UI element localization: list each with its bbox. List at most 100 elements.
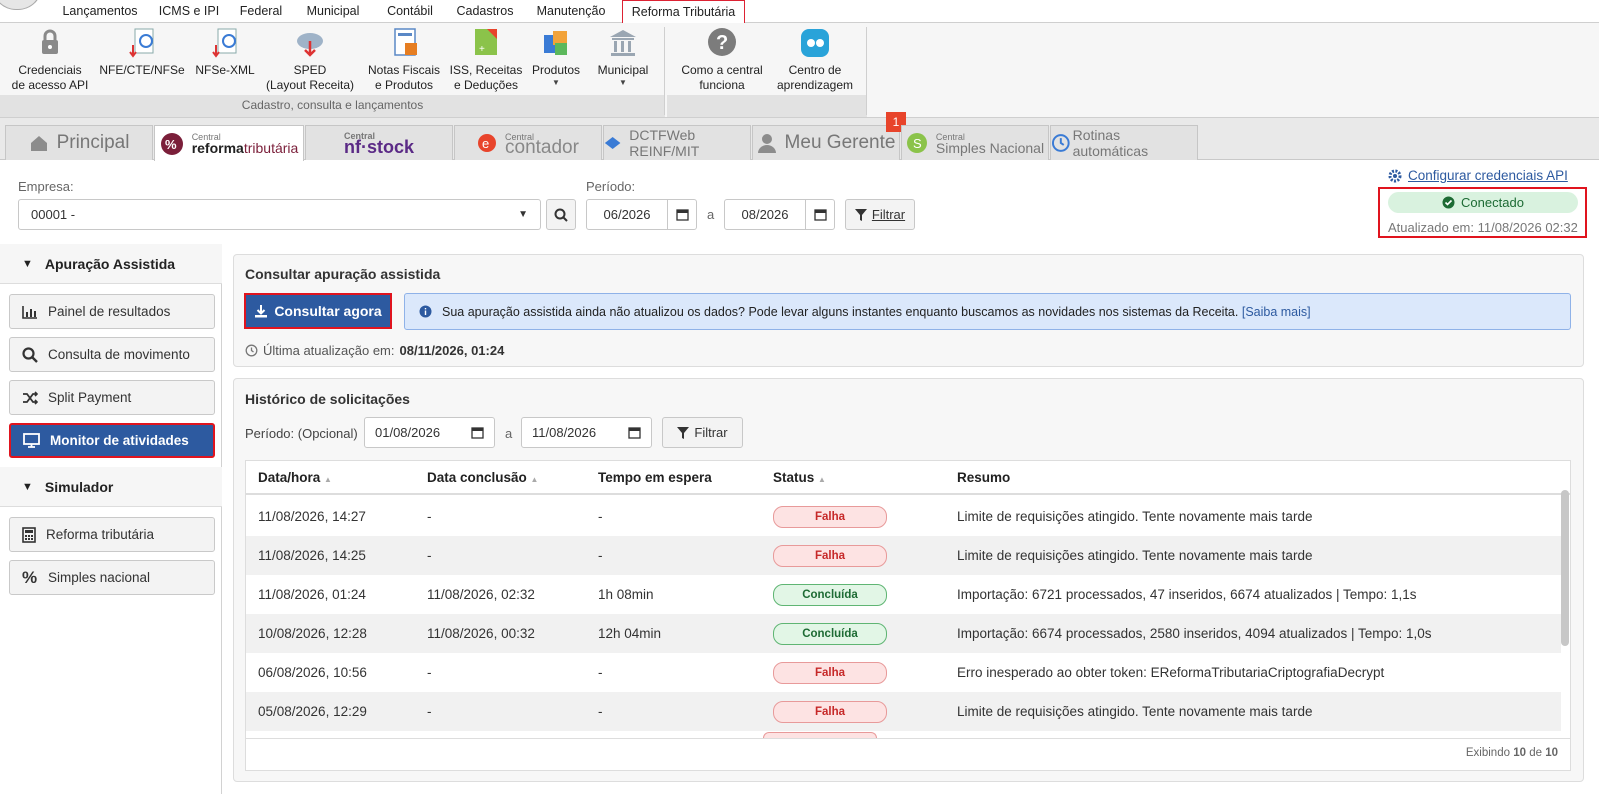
section-simulador[interactable]: ▼ Simulador xyxy=(0,467,222,507)
cell-data-conclusao: - xyxy=(427,704,432,719)
menu-federal[interactable]: Federal xyxy=(231,0,291,23)
ribbon-label: funciona xyxy=(699,78,745,92)
footer-prefix: Exibindo xyxy=(1465,747,1510,759)
check-circle-icon xyxy=(1442,196,1455,209)
tab-dctfweb[interactable]: DCTFWeb REINF/MIT xyxy=(603,125,751,160)
ribbon-label: Produtos xyxy=(531,63,581,77)
tab-simples-logo: Central Simples Nacional xyxy=(936,132,1044,155)
nfse-xml-button[interactable]: NFSe-XML xyxy=(190,27,260,78)
tab-rotinas-automaticas[interactable]: Rotinas automáticas xyxy=(1050,125,1198,160)
section-apuracao-assistida[interactable]: ▼ Apuração Assistida xyxy=(0,244,222,284)
info-alert: Sua apuração assistida ainda não atualiz… xyxy=(404,293,1571,330)
tax-icon: + xyxy=(475,29,497,55)
col-tempo-espera[interactable]: Tempo em espera xyxy=(598,461,712,495)
tab-nfstock[interactable]: Central nf·stock xyxy=(305,125,453,160)
calendar-inicio-button[interactable] xyxy=(667,199,697,230)
filtrar-button[interactable]: Filtrar xyxy=(845,199,915,230)
menu-reforma-tributaria[interactable]: Reforma Tributária xyxy=(622,0,745,24)
menu-contabil[interactable]: Contábil xyxy=(375,0,445,23)
municipal-button[interactable]: Municipal ▼ xyxy=(590,27,656,88)
sidebar-item-split-payment[interactable]: Split Payment xyxy=(9,380,215,415)
col-data-conclusao[interactable]: Data conclusão ▲ xyxy=(427,461,538,495)
consultar-agora-button[interactable]: Consultar agora xyxy=(244,293,392,329)
simples-logo-icon: S xyxy=(906,133,927,153)
table-row[interactable]: 11/08/2026, 01:24 11/08/2026, 02:32 1h 0… xyxy=(246,575,1561,614)
logo-text: tributária xyxy=(243,140,299,156)
historico-data-inicio-input[interactable]: 01/08/2026 xyxy=(364,417,495,448)
centro-aprendizagem-button[interactable]: Centro de aprendizagem xyxy=(772,27,858,93)
config-credenciais-link[interactable]: Configurar credenciais API xyxy=(1388,168,1568,183)
history-icon xyxy=(245,344,258,357)
logo-text: contador xyxy=(505,136,579,158)
empresa-select[interactable]: 00001 - ▼ xyxy=(18,199,541,230)
historico-data-fim-input[interactable]: 11/08/2026 xyxy=(521,417,652,448)
sidebar-item-monitor-atividades[interactable]: Monitor de atividades xyxy=(9,423,215,458)
ribbon-label: NFSe-XML xyxy=(195,63,255,77)
app-orb-button[interactable] xyxy=(0,0,42,10)
periodo-fim-input[interactable]: 08/2026 xyxy=(724,199,806,230)
menu-lancamentos[interactable]: Lançamentos xyxy=(55,0,145,23)
col-label: Tempo em espera xyxy=(598,470,712,485)
col-status[interactable]: Status ▲ xyxy=(773,461,826,495)
tab-contador[interactable]: e Central contador xyxy=(454,125,602,160)
status-badge: Concluída xyxy=(773,584,887,606)
tab-label: Principal xyxy=(56,132,130,153)
cell-data-hora: 11/08/2026, 14:25 xyxy=(258,548,366,563)
periodo-inicio-input[interactable]: 06/2026 xyxy=(586,199,668,230)
search-empresa-button[interactable] xyxy=(546,199,576,230)
col-data-hora[interactable]: Data/hora ▲ xyxy=(258,461,332,495)
status-badge: Concluída xyxy=(773,623,887,645)
sidebar-item-label: Reforma tributária xyxy=(46,527,155,542)
status-badge: Falha xyxy=(773,662,887,684)
menu-cadastros[interactable]: Cadastros xyxy=(450,0,520,23)
calendar-icon xyxy=(628,427,641,439)
ribbon-group-bar-help xyxy=(667,95,867,118)
como-funciona-button[interactable]: ? Como a central funciona xyxy=(674,27,770,93)
menu-manutencao[interactable]: Manutenção xyxy=(528,0,614,23)
nfse-xml-icon xyxy=(212,28,237,58)
saiba-mais-link[interactable]: [Saiba mais] xyxy=(1242,305,1311,319)
table-row[interactable]: 11/08/2026, 14:27 - - Falha Limite de re… xyxy=(246,497,1561,536)
table-row[interactable]: 05/08/2026, 12:29 - - Falha Limite de re… xyxy=(246,692,1561,731)
sidebar-item-simples-nacional[interactable]: % Simples nacional xyxy=(9,560,215,595)
chevron-down-icon: ▼ xyxy=(619,78,627,87)
nfe-cte-nfse-button[interactable]: NFE/CTE/NFSe xyxy=(98,27,186,78)
iss-receitas-button[interactable]: + ISS, Receitas e Deduções xyxy=(448,27,524,93)
cell-resumo: Limite de requisições atingido. Tente no… xyxy=(957,509,1313,524)
search-icon xyxy=(22,346,38,363)
tab-meu-gerente[interactable]: Meu Gerente xyxy=(752,125,900,160)
ribbon-label: de acesso API xyxy=(11,78,89,92)
table-row[interactable]: 06/08/2026, 10:56 - - Falha Erro inesper… xyxy=(246,653,1561,692)
col-resumo[interactable]: Resumo xyxy=(957,461,1010,495)
produtos-button[interactable]: Produtos ▼ xyxy=(526,27,586,88)
cloud-download-icon xyxy=(297,33,323,57)
menu-municipal[interactable]: Municipal xyxy=(296,0,370,23)
status-badge: Falha xyxy=(773,506,887,528)
ribbon-label: Municipal xyxy=(597,63,649,77)
tab-reforma-tributaria[interactable]: % Central reformatributária xyxy=(154,125,304,161)
tab-simples-nacional[interactable]: S Central Simples Nacional xyxy=(901,125,1049,160)
shuffle-icon xyxy=(23,390,38,405)
logo-text: nf·stock xyxy=(343,137,414,157)
notas-fiscais-button[interactable]: Notas Fiscais e Produtos xyxy=(362,27,446,93)
table-row[interactable]: 10/08/2026, 12:28 11/08/2026, 00:32 12h … xyxy=(246,614,1561,653)
nfe-document-icon xyxy=(129,28,154,58)
gear-icon xyxy=(1388,169,1402,182)
historico-filtrar-button[interactable]: Filtrar xyxy=(662,417,743,448)
sped-button[interactable]: SPED (Layout Receita) xyxy=(262,27,358,93)
connection-status-label: Conectado xyxy=(1461,195,1524,210)
cell-tempo-espera: 12h 04min xyxy=(598,626,662,641)
credenciais-api-button[interactable]: Credenciais de acesso API xyxy=(10,27,90,93)
menu-icms-ipi[interactable]: ICMS e IPI xyxy=(150,0,228,23)
sidebar-item-consulta-movimento[interactable]: Consulta de movimento xyxy=(9,337,215,372)
tab-nfstock-logo: Central nf·stock xyxy=(343,132,414,157)
sidebar-item-painel-resultados[interactable]: Painel de resultados xyxy=(9,294,215,329)
cell-resumo: Erro inesperado ao obter token: EReforma… xyxy=(957,665,1385,680)
tab-principal[interactable]: Principal xyxy=(5,125,153,160)
bar-chart-icon xyxy=(22,305,37,319)
table-row[interactable]: 11/08/2026, 14:25 - - Falha Limite de re… xyxy=(246,536,1561,575)
ribbon-group-bar: Cadastro, consulta e lançamentos xyxy=(0,95,665,118)
calendar-fim-button[interactable] xyxy=(805,199,835,230)
table-scrollbar[interactable] xyxy=(1561,490,1569,646)
sidebar-item-reforma-tributaria[interactable]: Reforma tributária xyxy=(9,517,215,552)
